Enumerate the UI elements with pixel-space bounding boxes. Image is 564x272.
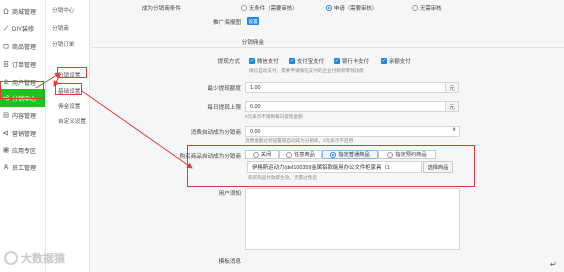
withdraw-balance-checkbox[interactable]: ✓ 余额支付 (381, 57, 411, 65)
poster-set-button[interactable]: 设置 (247, 17, 259, 25)
primary-sidebar: 商城管理 DIY装修 商品管理 订单管理 用户管理 分销中心 内容管理 营销管理 应用专区 员工管… (0, 0, 46, 272)
sidebar-item-4[interactable]: 订单管理 (0, 55, 45, 73)
user-notice-label: 用户须知 (218, 191, 241, 197)
buy-goods-option-reservation[interactable]: 指定预约商品 (378, 150, 436, 159)
buy-goods-option-any[interactable]: 任意商品 (279, 150, 322, 159)
section-divider (91, 47, 564, 48)
submenu-item-distributors[interactable]: 分销商 (52, 24, 69, 32)
daily-limit-input[interactable]: 0.00 (245, 101, 446, 112)
brush-icon (3, 25, 9, 31)
submenu-item-custom-settings[interactable]: 自定义设置 (58, 117, 86, 125)
sidebar-item-label: 商品管理 (12, 44, 37, 51)
submenu-item-distribution-center[interactable]: 分销中心 (52, 6, 74, 14)
withdraw-method-hint: 微信自动支付，需要申请微信支付的企业付款到零钱功能 (249, 68, 364, 73)
submenu-item-distribution-orders[interactable]: 分销订单 (52, 40, 74, 48)
stepper-icon[interactable]: ⬍ (452, 127, 456, 133)
megaphone-icon (3, 130, 9, 136)
condition-option-unconditional[interactable]: 无条件（需要审核） (241, 4, 298, 12)
user-notice-textarea[interactable] (245, 188, 460, 250)
daily-limit-unit: 元 (445, 101, 459, 112)
sidebar-item-10[interactable]: 员工管理 (0, 158, 45, 176)
sidebar-item-7[interactable]: 内容管理 (0, 106, 45, 124)
template-message-label: 模板消息 (218, 259, 241, 265)
commission-section-title: 分销佣金 (241, 40, 264, 46)
withdraw-bankcard-checkbox[interactable]: ✓ 银行卡支付 (334, 57, 369, 65)
condition-option-no-review[interactable]: 无需审核 (412, 4, 442, 12)
submenu-item-commission-settings[interactable]: 佣金设置 (58, 102, 80, 110)
sidebar-item-label: 商城管理 (12, 9, 37, 16)
document-icon (3, 61, 9, 67)
sidebar-item-label: 内容管理 (12, 113, 37, 120)
consume-auto-hint: 消费金额达到设置值自动成为分销商，0元表示不启用 (245, 138, 354, 143)
sidebar-item-label: 订单管理 (12, 62, 37, 69)
watermark-logo: 大数据猿 (4, 250, 65, 266)
staff-icon (3, 164, 9, 170)
sidebar-item-label: DIY装修 (12, 26, 35, 33)
box-icon (3, 43, 9, 49)
daily-limit-label: 每日提现上限 (207, 105, 241, 111)
distribution-submenu: 分销中心 分销商 分销订单 分销设置 基础设置 佣金设置 自定义设置 (46, 0, 90, 272)
grid-icon (3, 147, 9, 153)
become-condition-label: 成为分销商条件 (141, 6, 181, 12)
settings-form: 成为分销商条件 无条件（需要审核） 申请（需要审核） 无需审核 推广海报图 设置… (91, 0, 564, 272)
return-symbol-icon: ↵ (550, 260, 557, 269)
sidebar-item-label: 应用专区 (12, 148, 37, 155)
annotation-box-basic-settings (55, 83, 82, 95)
home-icon (3, 8, 9, 14)
poster-label: 推广海报图 (213, 20, 241, 26)
buy-goods-hint: 购买商品付款即生效，无需过售后 (248, 175, 317, 180)
consume-auto-label: 消费自动成为分销商 (190, 130, 241, 136)
buy-goods-option-normal[interactable]: 指定普通商品 (322, 150, 378, 159)
min-withdraw-input[interactable]: 1.00 (245, 82, 446, 93)
min-withdraw-unit: 元 (445, 82, 459, 93)
selected-goods-field[interactable]: 伊格斯运动力(del100359金属铝款能用办公文件柜家具（1 (247, 161, 422, 173)
buy-goods-auto-label: 购买商品自动成为分销商 (179, 154, 241, 160)
withdraw-alipay-checkbox[interactable]: ✓ 支付宝支付 (289, 57, 324, 65)
buy-goods-option-off[interactable]: 关闭 (245, 150, 279, 159)
annotation-box-distribution-settings (57, 67, 87, 78)
condition-option-apply[interactable]: 申请（需要审核） (326, 4, 377, 12)
sidebar-item-3[interactable]: 商品管理 (0, 37, 45, 55)
withdraw-wechat-checkbox[interactable]: ✓ 微信支付 (249, 57, 279, 65)
annotation-box-distribution-center (0, 81, 44, 99)
sidebar-item-2[interactable]: DIY装修 (0, 19, 45, 37)
sidebar-item-8[interactable]: 营销管理 (0, 124, 45, 142)
content-icon (3, 112, 9, 118)
sidebar-item-9[interactable]: 应用专区 (0, 141, 45, 159)
min-withdraw-label: 最少提现额度 (207, 86, 241, 92)
sidebar-item-label: 营销管理 (12, 131, 37, 138)
withdraw-method-label: 提现方式 (217, 59, 240, 65)
sidebar-item-1[interactable]: 商城管理 (0, 2, 45, 20)
consume-auto-input[interactable]: 0.00 (245, 126, 460, 137)
sidebar-item-label: 员工管理 (12, 165, 37, 172)
choose-goods-button[interactable]: 选择商品 (423, 161, 453, 173)
app-window: 商城管理 DIY装修 商品管理 订单管理 用户管理 分销中心 内容管理 营销管理 应用专区 员工管… (0, 0, 564, 272)
daily-limit-hint: 0元表示不限制每日提现金额 (245, 114, 303, 119)
